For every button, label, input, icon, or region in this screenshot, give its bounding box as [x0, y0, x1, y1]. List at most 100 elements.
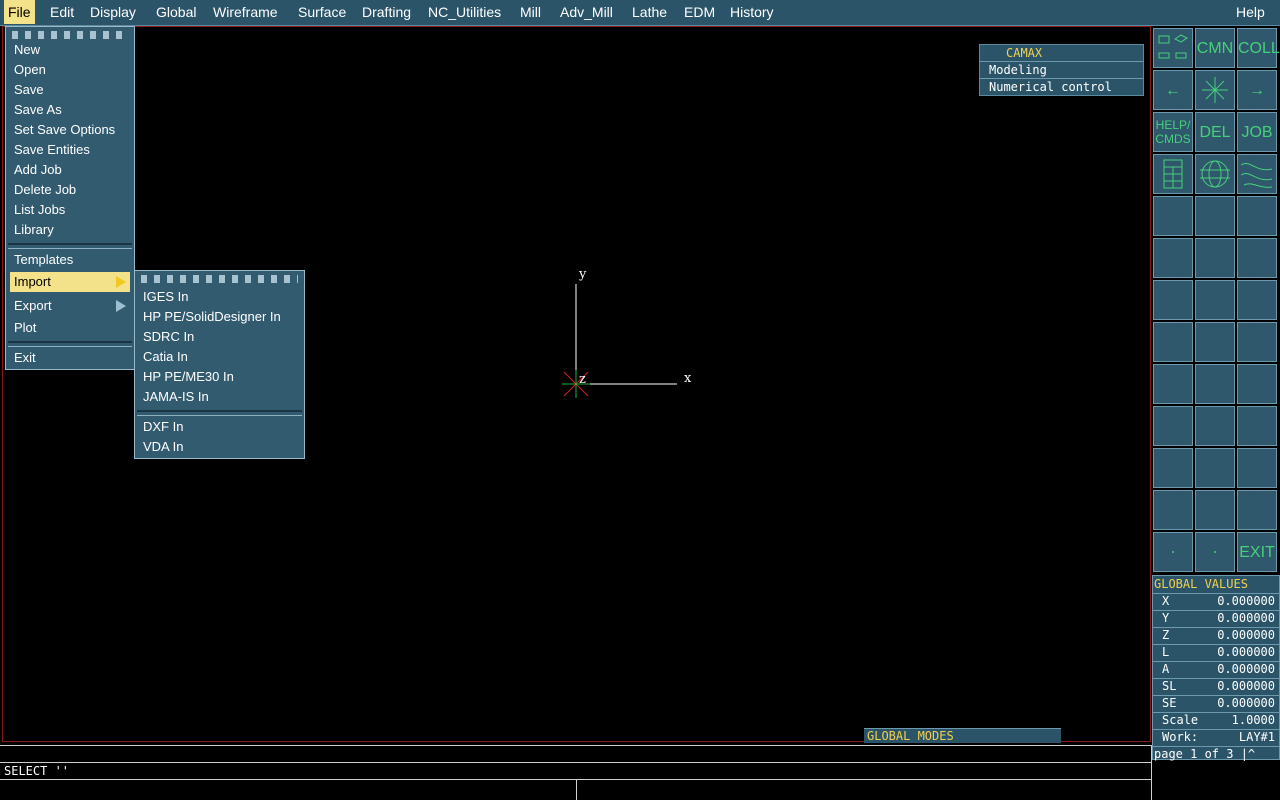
- import-vda[interactable]: VDA In: [139, 437, 300, 457]
- palette-empty-button[interactable]: [1153, 196, 1193, 236]
- menu-wireframe[interactable]: Wireframe: [209, 0, 282, 24]
- menu-lathe[interactable]: Lathe: [628, 0, 671, 24]
- palette-empty-button[interactable]: [1237, 238, 1277, 278]
- page-indicator[interactable]: page 1 of 3 |^: [1153, 746, 1279, 763]
- global-values-panel: GLOBAL VALUES X 0.000000 Y 0.000000 Z 0.000…: [1152, 575, 1280, 763]
- menu-history[interactable]: History: [726, 0, 778, 24]
- menu-edm[interactable]: EDM: [680, 0, 719, 24]
- file-plot[interactable]: Plot: [10, 318, 130, 338]
- menu-mill[interactable]: Mill: [516, 0, 545, 24]
- menu-separator: [8, 243, 132, 249]
- asterisk-icon[interactable]: [1195, 70, 1235, 110]
- palette-empty-button[interactable]: [1237, 322, 1277, 362]
- file-save[interactable]: Save: [10, 80, 130, 100]
- submenu-arrow-icon: [116, 276, 126, 288]
- file-save-as[interactable]: Save As: [10, 100, 130, 120]
- help-cmds-button[interactable]: HELP/ CMDS: [1153, 112, 1193, 152]
- palette-empty-button[interactable]: [1195, 448, 1235, 488]
- file-new[interactable]: New: [10, 40, 130, 60]
- palette-empty-button[interactable]: [1237, 280, 1277, 320]
- file-templates[interactable]: Templates: [10, 250, 130, 270]
- file-set-save-options[interactable]: Set Save Options: [10, 120, 130, 140]
- camax-modeling[interactable]: Modeling: [980, 62, 1143, 79]
- file-open[interactable]: Open: [10, 60, 130, 80]
- scale-value: 1.0000: [1231, 713, 1275, 727]
- menu-display[interactable]: Display: [86, 0, 140, 24]
- forward-arrow-button[interactable]: →: [1237, 70, 1277, 110]
- palette-empty-button[interactable]: [1153, 280, 1193, 320]
- value-row-z: Z 0.000000: [1153, 627, 1279, 645]
- palette-empty-button[interactable]: [1153, 322, 1193, 362]
- file-list-jobs[interactable]: List Jobs: [10, 200, 130, 220]
- exit-button[interactable]: EXIT: [1237, 532, 1277, 572]
- palette-empty-button[interactable]: [1237, 364, 1277, 404]
- palette-empty-button[interactable]: [1195, 322, 1235, 362]
- import-dxf[interactable]: DXF In: [139, 417, 300, 437]
- palette-empty-button[interactable]: [1237, 490, 1277, 530]
- palette-empty-button[interactable]: [1237, 406, 1277, 446]
- file-save-entities[interactable]: Save Entities: [10, 140, 130, 160]
- menu-global[interactable]: Global: [152, 0, 200, 24]
- menu-edit[interactable]: Edit: [46, 0, 78, 24]
- page-text: page 1 of 3 |^: [1154, 747, 1256, 761]
- file-library[interactable]: Library: [10, 220, 130, 240]
- value-row-se: SE 0.000000: [1153, 695, 1279, 713]
- import-hp-pe-soliddesigner[interactable]: HP PE/SolidDesigner In: [139, 307, 300, 327]
- value-label: Z: [1162, 628, 1170, 642]
- palette-empty-button[interactable]: [1195, 196, 1235, 236]
- divider: [576, 779, 577, 800]
- file-export[interactable]: Export: [10, 296, 130, 316]
- z-axis-label: z: [579, 372, 586, 387]
- menu-grip[interactable]: [141, 275, 298, 283]
- globe-icon[interactable]: [1195, 154, 1235, 194]
- palette-empty-button[interactable]: [1195, 406, 1235, 446]
- palette-empty-button[interactable]: [1153, 490, 1193, 530]
- value-field: 0.000000: [1217, 662, 1275, 676]
- menu-file[interactable]: File: [4, 0, 35, 24]
- command-prompt[interactable]: SELECT '': [4, 763, 69, 779]
- palette-empty-button[interactable]: [1195, 364, 1235, 404]
- file-add-job[interactable]: Add Job: [10, 160, 130, 180]
- file-export-label: Export: [14, 298, 52, 313]
- job-button[interactable]: JOB: [1237, 112, 1277, 152]
- palette-empty-button[interactable]: [1153, 448, 1193, 488]
- dot-icon[interactable]: [1195, 532, 1235, 572]
- import-sdrc[interactable]: SDRC In: [139, 327, 300, 347]
- palette-empty-button[interactable]: [1237, 196, 1277, 236]
- file-delete-job[interactable]: Delete Job: [10, 180, 130, 200]
- cmn-button[interactable]: CMN: [1195, 28, 1235, 68]
- file-exit[interactable]: Exit: [10, 348, 130, 368]
- import-catia[interactable]: Catia In: [139, 347, 300, 367]
- x-axis-label: x: [684, 371, 692, 386]
- import-iges[interactable]: IGES In: [139, 287, 300, 307]
- coll-button[interactable]: COLL: [1237, 28, 1280, 68]
- global-modes-button[interactable]: GLOBAL MODES: [864, 728, 1061, 743]
- import-hp-pe-me30[interactable]: HP PE/ME30 In: [139, 367, 300, 387]
- palette-empty-button[interactable]: [1153, 364, 1193, 404]
- back-arrow-button[interactable]: ←: [1153, 70, 1193, 110]
- palette-empty-button[interactable]: [1237, 448, 1277, 488]
- scale-row: Scale 1.0000: [1153, 712, 1279, 730]
- calculator-icon[interactable]: [1153, 154, 1193, 194]
- divider: [0, 745, 1152, 746]
- palette-empty-button[interactable]: [1195, 238, 1235, 278]
- camax-numerical-control[interactable]: Numerical control: [980, 79, 1143, 96]
- menu-help[interactable]: Help: [1232, 0, 1269, 24]
- scale-label: Scale: [1162, 713, 1199, 727]
- menu-grip[interactable]: [12, 31, 128, 39]
- palette-empty-button[interactable]: [1153, 406, 1193, 446]
- palette-empty-button[interactable]: [1153, 238, 1193, 278]
- menu-surface[interactable]: Surface: [294, 0, 350, 24]
- dot-icon[interactable]: [1153, 532, 1193, 572]
- del-button[interactable]: DEL: [1195, 112, 1235, 152]
- menu-adv-mill[interactable]: Adv_Mill: [556, 0, 617, 24]
- menu-nc-utilities[interactable]: NC_Utilities: [424, 0, 505, 24]
- menu-drafting[interactable]: Drafting: [358, 0, 415, 24]
- import-jama-is[interactable]: JAMA-IS In: [139, 387, 300, 407]
- help-label: HELP/: [1155, 118, 1191, 132]
- file-import[interactable]: Import: [10, 272, 130, 292]
- surface-icon[interactable]: [1237, 154, 1277, 194]
- palette-empty-button[interactable]: [1195, 490, 1235, 530]
- palette-empty-button[interactable]: [1195, 280, 1235, 320]
- view-layout-icon[interactable]: [1153, 28, 1193, 68]
